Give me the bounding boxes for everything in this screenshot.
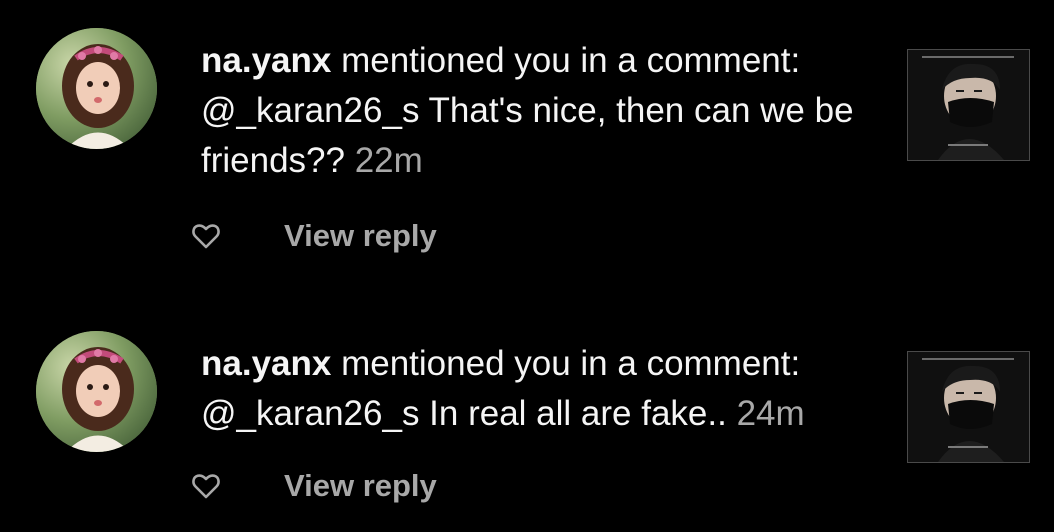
action-text: mentioned you in a comment: — [331, 41, 801, 80]
comment-text: In real all are fake.. — [419, 394, 727, 433]
post-thumbnail-icon — [908, 352, 1029, 462]
notification-actions: View reply — [190, 216, 437, 256]
timestamp: 22m — [344, 141, 423, 180]
post-thumbnail[interactable] — [907, 351, 1030, 463]
action-text: mentioned you in a comment: — [331, 344, 801, 383]
notification-item[interactable]: na.yanx mentioned you in a comment: @_ka… — [0, 280, 1054, 532]
timestamp: 24m — [726, 394, 805, 433]
username[interactable]: na.yanx — [201, 344, 331, 383]
notification-item[interactable]: na.yanx mentioned you in a comment: @_ka… — [0, 0, 1054, 280]
avatar[interactable] — [36, 28, 157, 149]
heart-icon[interactable] — [190, 470, 222, 502]
view-reply-button[interactable]: View reply — [284, 468, 437, 504]
mention[interactable]: @_karan26_s — [201, 91, 419, 130]
view-reply-button[interactable]: View reply — [284, 218, 437, 254]
profile-photo-icon — [36, 28, 157, 149]
notification-text: na.yanx mentioned you in a comment: @_ka… — [201, 36, 881, 186]
avatar[interactable] — [36, 331, 157, 452]
notification-text: na.yanx mentioned you in a comment: @_ka… — [201, 339, 881, 439]
post-thumbnail[interactable] — [907, 49, 1030, 161]
mention[interactable]: @_karan26_s — [201, 394, 419, 433]
username[interactable]: na.yanx — [201, 41, 331, 80]
profile-photo-icon — [36, 331, 157, 452]
notification-actions: View reply — [190, 466, 437, 506]
heart-icon[interactable] — [190, 220, 222, 252]
post-thumbnail-icon — [908, 50, 1029, 160]
